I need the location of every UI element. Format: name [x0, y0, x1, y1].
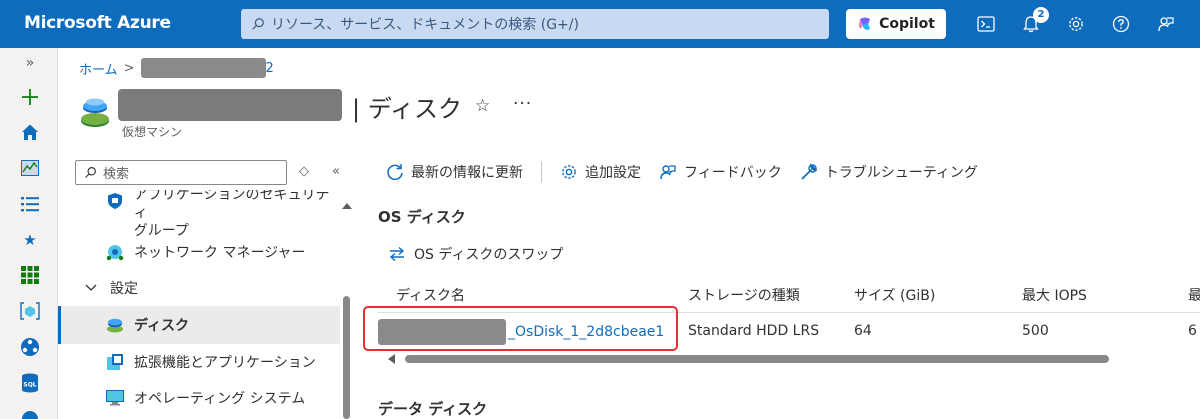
breadcrumb-current-suffix[interactable]: 2 — [266, 61, 274, 76]
menu-search-placeholder: 検索 — [103, 167, 130, 182]
search-placeholder: リソース、サービス、ドキュメントの検索 (G+/) — [271, 17, 579, 33]
search-icon — [252, 18, 264, 30]
table-horizontal-scrollbar[interactable] — [385, 353, 1200, 365]
left-rail: » ★ SQL — [0, 48, 58, 419]
column-header-max-iops[interactable]: 最大 IOPS — [1022, 285, 1087, 305]
cell-size: 64 — [854, 323, 872, 339]
feedback-icon[interactable] — [1155, 13, 1177, 35]
highlight-box — [363, 306, 678, 351]
redacted-vm-name[interactable] — [140, 58, 266, 78]
additional-settings-button[interactable]: 追加設定 — [560, 162, 641, 182]
app-services-icon[interactable] — [19, 336, 41, 358]
dashboard-icon[interactable] — [19, 157, 41, 179]
resource-groups-icon[interactable] — [19, 300, 41, 322]
breadcrumb: ホーム > 2 — [79, 58, 274, 78]
menu-item-extensions[interactable]: 拡張機能とアプリケーション — [58, 344, 340, 380]
menu-item-label: ネットワーク マネージャー — [134, 245, 306, 261]
help-icon[interactable] — [1110, 13, 1132, 35]
additional-settings-label: 追加設定 — [585, 165, 641, 181]
all-services-list-icon[interactable] — [19, 193, 41, 215]
settings-gear-icon[interactable] — [1065, 13, 1087, 35]
search-icon — [85, 167, 96, 178]
menu-item-label: アプリケーションのセキュリティ — [133, 190, 330, 221]
cell-storage-type: Standard HDD LRS — [688, 323, 820, 339]
breadcrumb-separator: > — [123, 60, 135, 76]
copilot-icon — [859, 17, 871, 30]
menu-group-label: 設定 — [110, 281, 138, 297]
menu-item-label: 拡張機能とアプリケーション — [134, 355, 316, 371]
feedback-icon — [660, 165, 676, 180]
disk-icon — [106, 316, 124, 334]
swap-os-disk-label: OS ディスクのスワップ — [414, 247, 564, 263]
column-header-storage-type[interactable]: ストレージの種類 — [688, 285, 800, 305]
menu-item-operating-system[interactable]: オペレーティング システム — [58, 380, 340, 416]
column-header-disk-name[interactable]: ディスク名 — [396, 285, 465, 305]
expand-rail-button[interactable]: » — [19, 52, 41, 74]
swap-os-disk-button[interactable]: OS ディスクのスワップ — [388, 244, 563, 264]
svg-text:SQL: SQL — [23, 382, 36, 389]
shield-icon — [106, 192, 124, 210]
feedback-button[interactable]: フィードバック — [659, 162, 782, 182]
all-resources-grid-icon[interactable] — [19, 264, 41, 286]
cell-truncated: 6 — [1188, 323, 1197, 339]
os-disk-heading: OS ディスク — [378, 208, 466, 226]
settings-gear-icon — [562, 165, 576, 179]
horizontal-scrollbar-thumb[interactable] — [405, 355, 1109, 363]
cell-max-iops: 500 — [1022, 323, 1049, 339]
monitor-icon — [106, 389, 124, 407]
data-disk-heading: データ ディスク — [378, 400, 488, 418]
menu-item-label: ディスク — [134, 318, 190, 334]
scroll-up-icon[interactable] — [341, 202, 353, 210]
troubleshoot-label: トラブルシューティング — [824, 165, 978, 181]
notification-badge: 2 — [1033, 7, 1049, 23]
copilot-label: Copilot — [879, 16, 935, 32]
menu-item-network-manager[interactable]: ネットワーク マネージャー — [58, 234, 340, 270]
resource-type-label: 仮想マシン — [122, 125, 183, 139]
favorites-star-icon[interactable]: ★ — [19, 229, 41, 251]
resource-menu: アプリケーションのセキュリティ グループ ネットワーク マネージャー 設定 ディ… — [58, 190, 354, 419]
menu-group-settings[interactable]: 設定 — [58, 270, 340, 306]
column-header-size[interactable]: サイズ (GiB) — [854, 285, 935, 305]
home-icon[interactable] — [19, 121, 41, 143]
copilot-button[interactable]: Copilot — [846, 9, 946, 39]
chevron-down-icon — [82, 279, 100, 297]
global-search-input[interactable]: リソース、サービス、ドキュメントの検索 (G+/) — [241, 9, 829, 39]
virtual-machine-icon — [81, 98, 109, 127]
refresh-button[interactable]: 最新の情報に更新 — [386, 162, 523, 182]
menu-item-disks[interactable]: ディスク — [58, 306, 340, 344]
page-title: | ディスク — [352, 95, 463, 123]
collapse-menu-icon[interactable]: « — [332, 164, 340, 179]
toolbar-divider — [541, 161, 542, 183]
swap-icon — [389, 246, 405, 262]
top-bar: Microsoft Azure リソース、サービス、ドキュメントの検索 (G+/… — [0, 0, 1200, 48]
feedback-label: フィードバック — [684, 165, 782, 181]
create-resource-icon[interactable] — [19, 86, 41, 108]
menu-item-label: オペレーティング システム — [134, 391, 306, 407]
cloud-shell-icon[interactable] — [975, 13, 997, 35]
menu-item-app-security-groups[interactable]: アプリケーションのセキュリティ グループ — [58, 190, 340, 239]
portal-brand[interactable]: Microsoft Azure — [24, 13, 171, 33]
scroll-left-icon[interactable] — [388, 354, 395, 364]
network-manager-icon — [106, 243, 124, 261]
troubleshoot-button[interactable]: トラブルシューティング — [800, 162, 978, 182]
wrench-icon — [801, 163, 818, 180]
favorite-star-icon[interactable]: ☆ — [475, 96, 490, 116]
sql-database-icon[interactable]: SQL — [19, 372, 41, 394]
more-options-button[interactable]: ··· — [513, 94, 532, 114]
cosmos-db-icon[interactable] — [19, 408, 41, 419]
menu-scrollbar-thumb[interactable] — [343, 296, 350, 419]
column-header-truncated[interactable]: 最 — [1188, 285, 1200, 305]
redacted-vm-title — [118, 89, 342, 121]
refresh-icon — [387, 164, 403, 181]
refresh-label: 最新の情報に更新 — [411, 165, 523, 181]
menu-search-input[interactable]: 検索 — [75, 160, 287, 185]
extensions-icon — [106, 353, 124, 371]
menu-sort-icon[interactable]: ◇ — [299, 164, 309, 179]
breadcrumb-home[interactable]: ホーム — [79, 59, 118, 78]
command-bar: 最新の情報に更新 追加設定 フィードバック トラブルシューティング — [386, 158, 996, 186]
